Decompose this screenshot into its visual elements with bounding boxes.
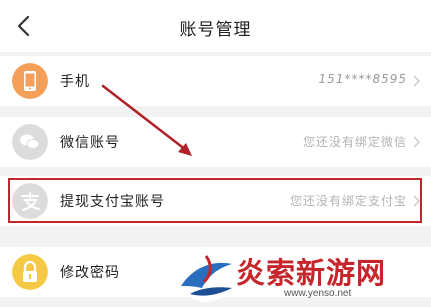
wechat-status: 您还没有绑定微信 bbox=[302, 135, 407, 149]
wechat-icon bbox=[12, 124, 48, 160]
phone-number: 151****8595 bbox=[318, 72, 407, 86]
chevron-right-icon bbox=[413, 75, 420, 87]
phone-row[interactable]: 手机 151****8595 bbox=[0, 56, 431, 106]
chevron-right-icon bbox=[413, 136, 420, 148]
phone-icon bbox=[12, 63, 48, 99]
highlight-box bbox=[8, 178, 422, 223]
wechat-label: 微信账号 bbox=[60, 135, 120, 151]
phone-label: 手机 bbox=[60, 74, 90, 90]
change-password-label: 修改密码 bbox=[60, 265, 120, 281]
lock-icon bbox=[12, 254, 48, 290]
page-title: 账号管理 bbox=[179, 20, 252, 40]
watermark-logo-icon bbox=[179, 254, 233, 302]
watermark-url: www.yenso.net bbox=[284, 288, 352, 299]
watermark: 炎索新游网 www.yenso.net bbox=[176, 248, 426, 304]
header-bar: 账号管理 bbox=[0, 0, 431, 52]
wechat-row[interactable]: 微信账号 您还没有绑定微信 bbox=[0, 117, 431, 167]
watermark-text: 炎索新游网 bbox=[236, 256, 387, 290]
